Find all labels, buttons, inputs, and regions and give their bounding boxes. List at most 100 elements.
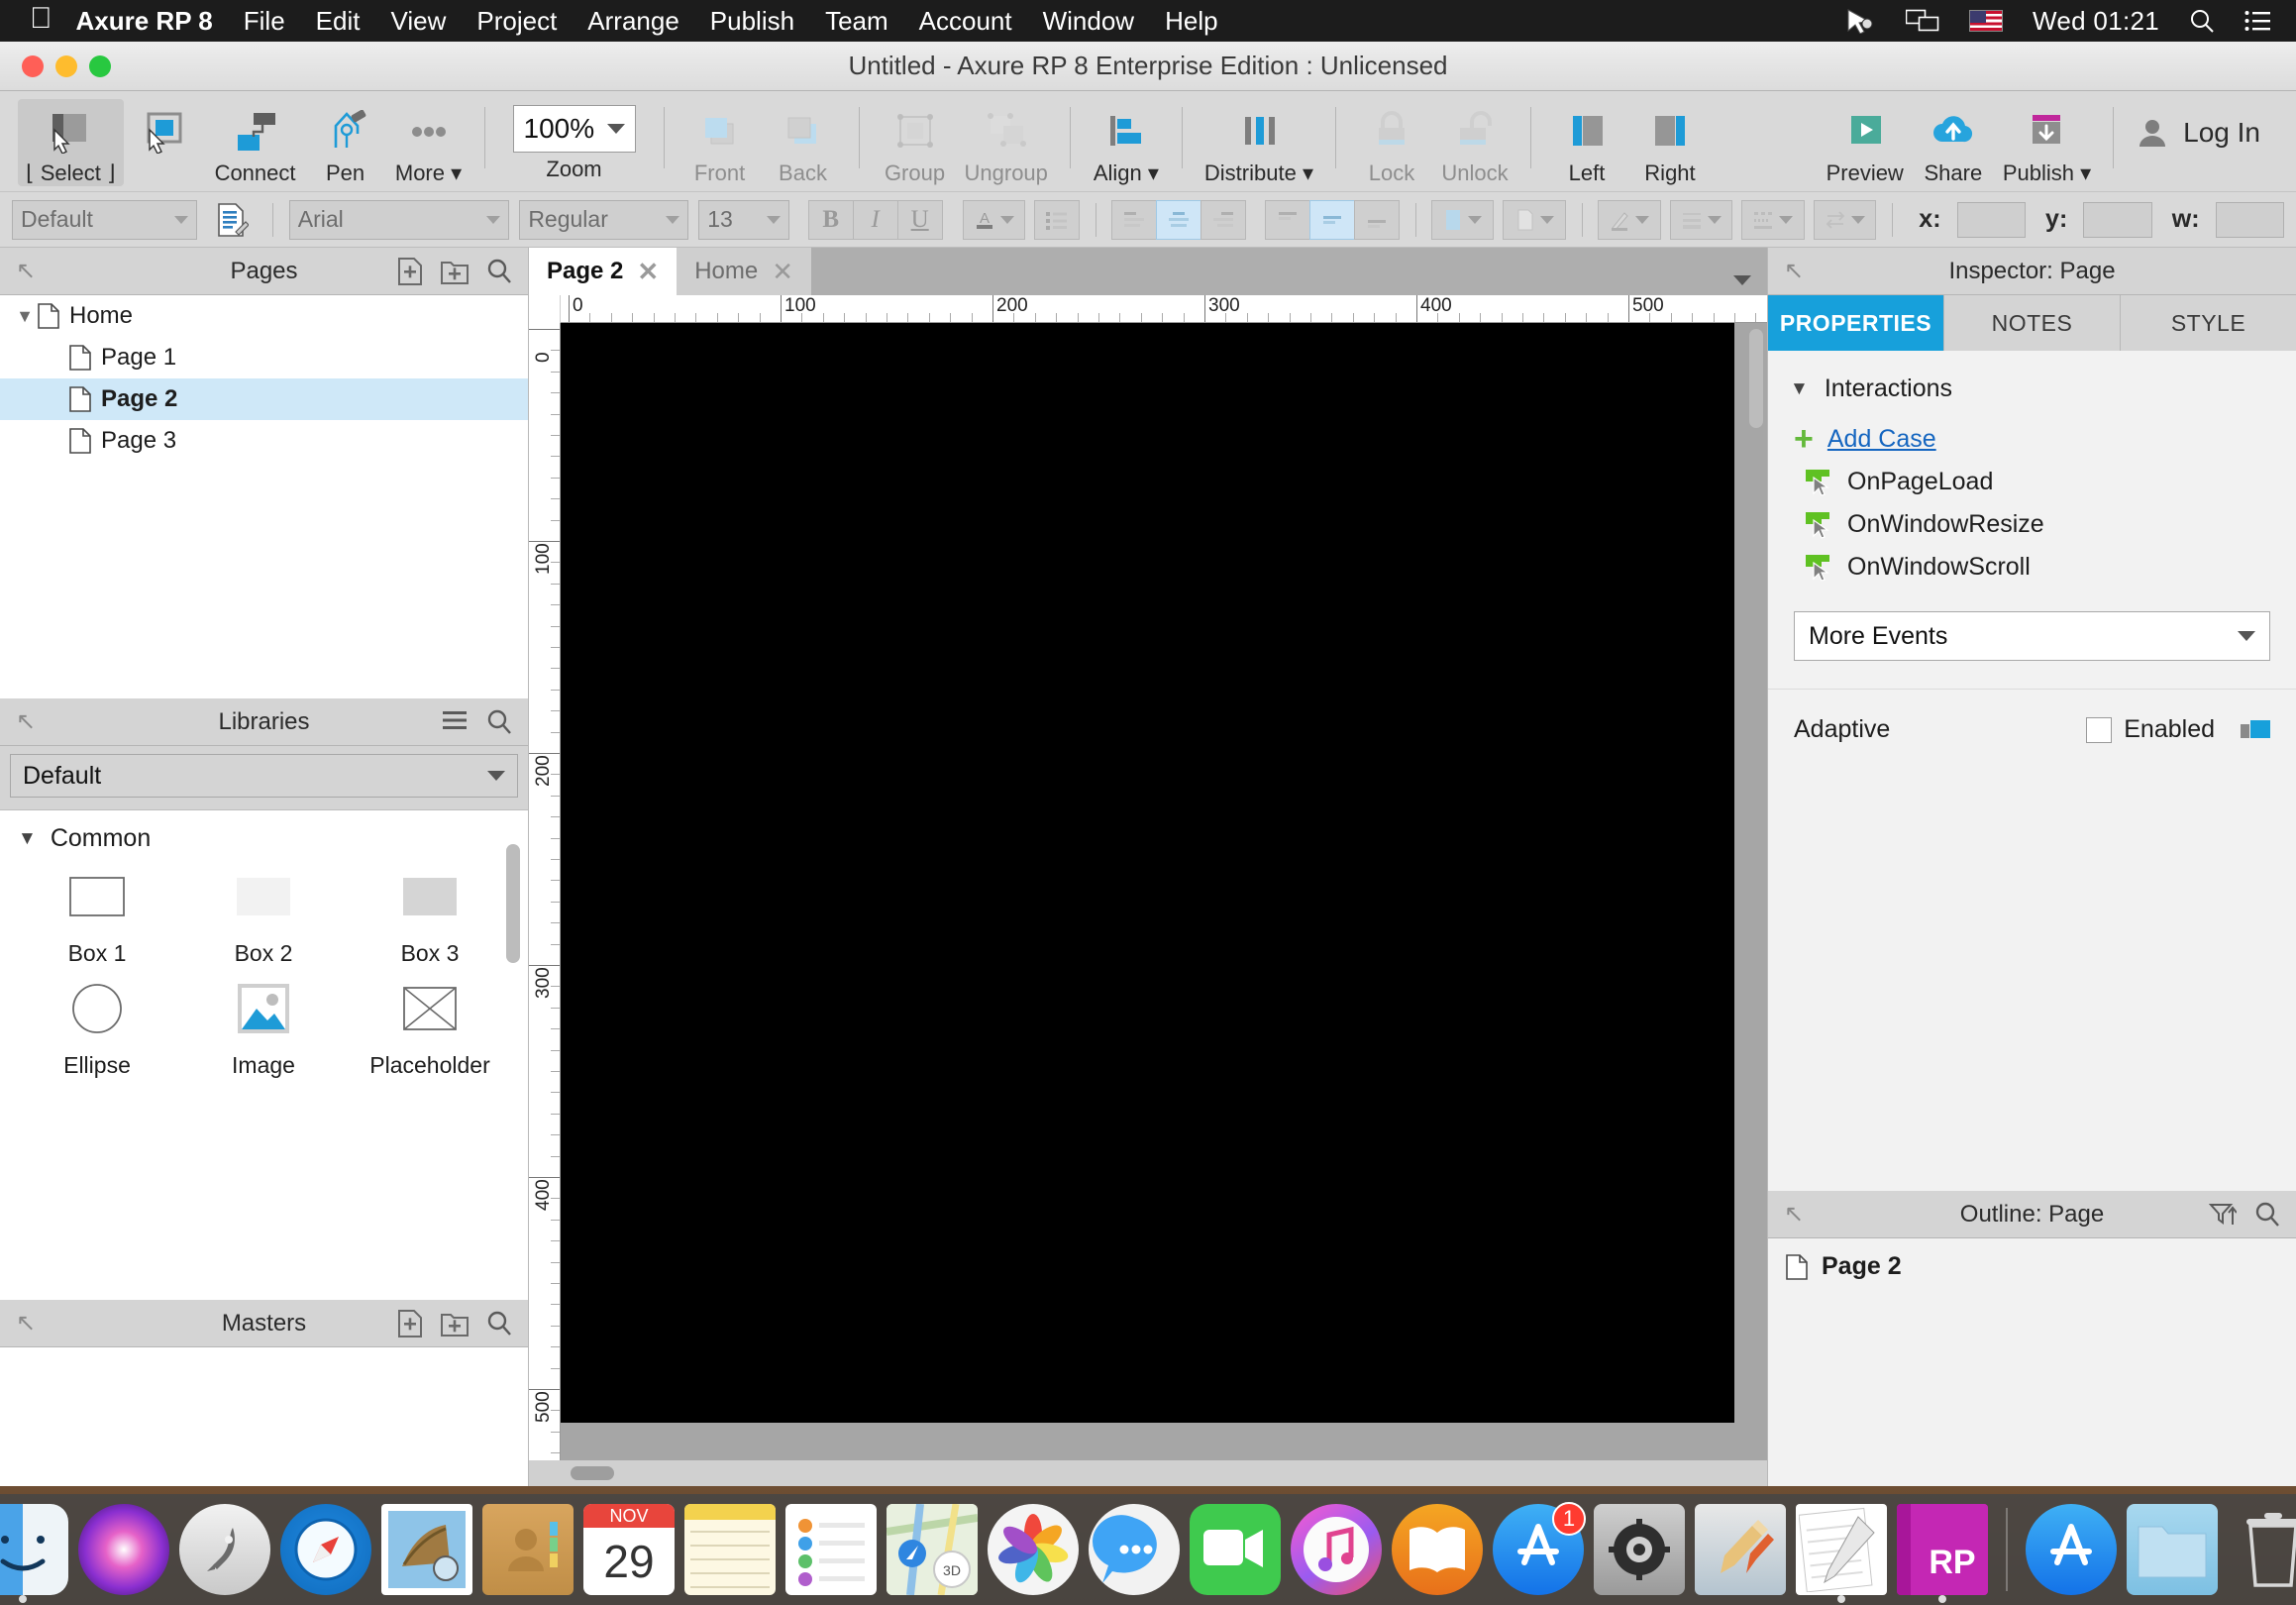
font-weight-select[interactable]: Regular bbox=[519, 200, 688, 240]
page-tree-item-page-3[interactable]: Page 3 bbox=[0, 420, 528, 462]
font-color-button[interactable]: A bbox=[963, 200, 1026, 240]
search-icon[interactable] bbox=[486, 708, 512, 736]
launchpad-icon[interactable] bbox=[179, 1504, 270, 1595]
add-case-link[interactable]: Add Case bbox=[1827, 425, 1936, 454]
notification-center-icon[interactable] bbox=[2244, 10, 2270, 32]
canvas-horizontal-scrollbar-thumb[interactable] bbox=[571, 1466, 614, 1480]
group-button[interactable]: Group bbox=[874, 99, 957, 186]
arrow-style-button[interactable] bbox=[1814, 200, 1877, 240]
close-tab-icon[interactable]: ✕ bbox=[772, 257, 793, 287]
canvas-horizontal-scrollbar-track[interactable] bbox=[529, 1460, 1767, 1486]
calendar-icon[interactable]: NOV 29 bbox=[583, 1504, 675, 1595]
add-case-row[interactable]: + Add Case bbox=[1768, 403, 2296, 454]
chevron-down-icon[interactable] bbox=[1733, 275, 1751, 285]
ibooks-icon[interactable] bbox=[1392, 1504, 1483, 1595]
align-center-button[interactable] bbox=[1156, 200, 1201, 240]
unlock-button[interactable]: Unlock bbox=[1433, 99, 1516, 186]
login-button[interactable]: Log In bbox=[2128, 99, 2268, 149]
screen-mirroring-icon[interactable] bbox=[1906, 9, 1939, 33]
zoom-combobox[interactable]: 100% bbox=[513, 105, 636, 153]
chevron-down-icon[interactable]: ▼ bbox=[18, 828, 37, 850]
close-tab-icon[interactable]: ✕ bbox=[637, 257, 659, 287]
adaptive-enabled-checkbox[interactable] bbox=[2086, 717, 2112, 743]
collapse-panel-icon[interactable]: ↖ bbox=[0, 257, 36, 285]
align-left-button[interactable] bbox=[1111, 200, 1157, 240]
adaptive-views-icon[interactable] bbox=[2241, 720, 2270, 740]
menu-item-project[interactable]: Project bbox=[476, 6, 557, 37]
apple-icon[interactable]:  bbox=[30, 4, 52, 34]
libraries-scrollbar[interactable] bbox=[506, 844, 520, 963]
add-folder-icon[interactable] bbox=[441, 1310, 469, 1338]
menu-item-edit[interactable]: Edit bbox=[316, 6, 361, 37]
collapse-panel-icon[interactable]: ↖ bbox=[1768, 1200, 1804, 1229]
chevron-down-icon[interactable] bbox=[2238, 631, 2255, 641]
library-widget-placeholder[interactable]: Placeholder bbox=[347, 979, 513, 1079]
page-tree-item-page-1[interactable]: Page 1 bbox=[0, 337, 528, 378]
safari-icon[interactable] bbox=[280, 1504, 371, 1595]
font-family-select[interactable]: Arial bbox=[289, 200, 510, 240]
search-icon[interactable] bbox=[486, 1310, 512, 1338]
menu-item-view[interactable]: View bbox=[390, 6, 446, 37]
plus-icon[interactable]: + bbox=[1794, 426, 1814, 453]
us-flag-icon[interactable] bbox=[1969, 10, 2003, 32]
snap-left-button[interactable]: Left bbox=[1545, 99, 1628, 186]
mail-icon[interactable] bbox=[381, 1504, 472, 1595]
pen-button[interactable]: Pen bbox=[304, 99, 387, 186]
menu-item-window[interactable]: Window bbox=[1043, 6, 1134, 37]
event-row-onwindowscroll[interactable]: OnWindowScroll bbox=[1768, 539, 2296, 582]
canvas-tab-page-2[interactable]: Page 2 ✕ bbox=[529, 248, 677, 295]
publish-button[interactable]: Publish ▾ bbox=[1995, 99, 2099, 186]
system-preferences-icon[interactable] bbox=[1594, 1504, 1685, 1595]
bold-button[interactable]: B bbox=[808, 200, 854, 240]
interactions-section-header[interactable]: ▼ Interactions bbox=[1768, 363, 2296, 403]
align-right-button[interactable] bbox=[1200, 200, 1246, 240]
reminders-icon[interactable] bbox=[785, 1504, 877, 1595]
add-folder-icon[interactable] bbox=[441, 258, 469, 285]
align-button[interactable]: Align ▾ bbox=[1085, 99, 1168, 186]
chevron-down-icon[interactable] bbox=[1540, 216, 1554, 224]
tab-properties[interactable]: PROPERTIES bbox=[1768, 295, 1944, 351]
style-editor-icon[interactable] bbox=[215, 202, 249, 238]
canvas-tab-home[interactable]: Home ✕ bbox=[677, 248, 811, 295]
canvas-viewport[interactable] bbox=[561, 323, 1767, 1460]
chevron-down-icon[interactable] bbox=[174, 216, 188, 224]
add-page-icon[interactable] bbox=[397, 258, 423, 285]
page-tree-item-home[interactable]: ▼ Home bbox=[0, 295, 528, 337]
canvas-page-surface[interactable] bbox=[561, 323, 1734, 1423]
library-widget-box-1[interactable]: Box 1 bbox=[14, 867, 180, 967]
preview-icon[interactable] bbox=[1695, 1504, 1786, 1595]
menu-clock[interactable]: Wed 01:21 bbox=[2033, 6, 2159, 37]
spotlight-search-icon[interactable] bbox=[2189, 8, 2215, 34]
horizontal-ruler[interactable]: 0100200300400500600 bbox=[561, 295, 1767, 323]
event-row-onwindowresize[interactable]: OnWindowResize bbox=[1768, 496, 2296, 539]
chevron-down-icon[interactable] bbox=[607, 124, 625, 134]
library-widget-box-2[interactable]: Box 2 bbox=[180, 867, 347, 967]
textedit-icon[interactable] bbox=[1796, 1504, 1887, 1595]
vertical-ruler[interactable]: 0100200300400500 bbox=[529, 323, 561, 1460]
valign-top-button[interactable] bbox=[1265, 200, 1310, 240]
menu-item-file[interactable]: File bbox=[244, 6, 285, 37]
chevron-down-icon[interactable] bbox=[666, 216, 679, 224]
expand-triangle-icon[interactable]: ▼ bbox=[12, 306, 38, 327]
valign-bottom-button[interactable] bbox=[1354, 200, 1400, 240]
page-tree-item-page-2[interactable]: Page 2 bbox=[0, 378, 528, 420]
more-events-select[interactable]: More Events bbox=[1794, 611, 2270, 661]
shadow-button[interactable] bbox=[1503, 200, 1566, 240]
chevron-down-icon[interactable] bbox=[1779, 216, 1793, 224]
select-box-button[interactable] bbox=[124, 99, 207, 186]
preview-button[interactable]: Preview bbox=[1819, 99, 1912, 186]
x-input[interactable] bbox=[1957, 202, 2027, 238]
chevron-down-icon[interactable] bbox=[1468, 216, 1482, 224]
facetime-icon[interactable] bbox=[1190, 1504, 1281, 1595]
search-icon[interactable] bbox=[486, 258, 512, 285]
event-row-onpageload[interactable]: OnPageLoad bbox=[1768, 454, 2296, 496]
collapse-panel-icon[interactable]: ↖ bbox=[1768, 257, 1804, 285]
valign-middle-button[interactable] bbox=[1309, 200, 1355, 240]
chevron-down-icon[interactable] bbox=[1635, 216, 1649, 224]
hamburger-menu-icon[interactable] bbox=[441, 708, 469, 736]
photos-icon[interactable] bbox=[988, 1504, 1079, 1595]
app-store-icon[interactable]: 1 bbox=[1493, 1504, 1584, 1595]
chevron-down-icon[interactable]: ▼ bbox=[1790, 378, 1809, 400]
chevron-down-icon[interactable] bbox=[1708, 216, 1722, 224]
chevron-down-icon[interactable] bbox=[1000, 216, 1014, 224]
